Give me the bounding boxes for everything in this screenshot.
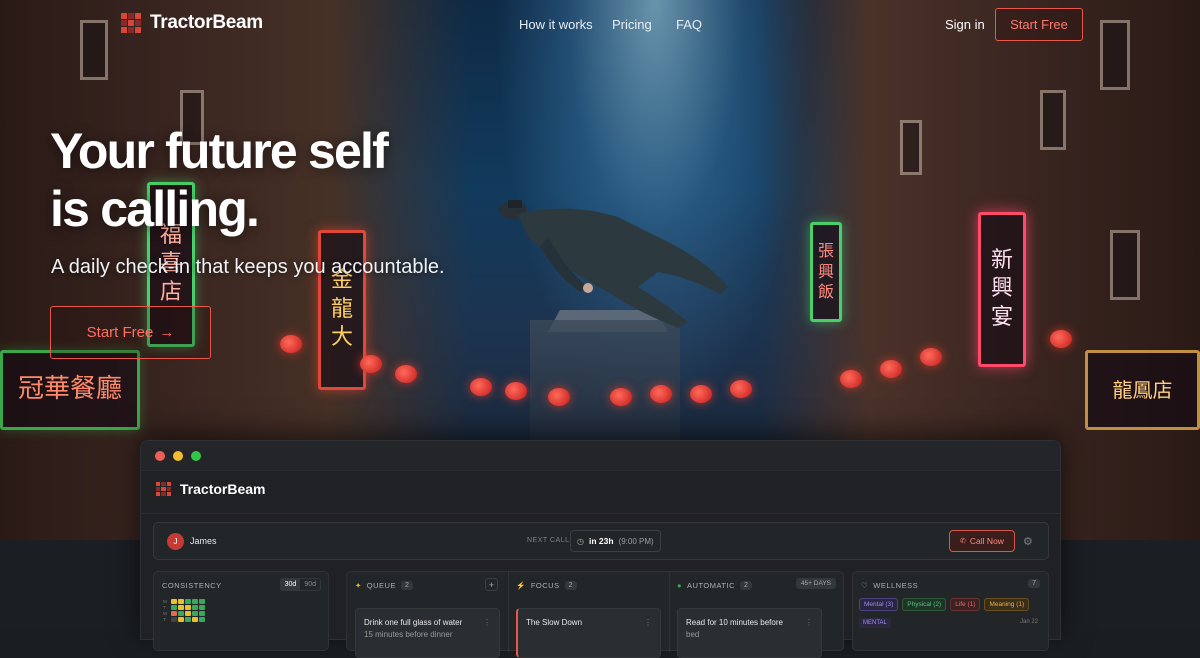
wellness-count: 7 <box>1028 579 1040 588</box>
days-badge: 45+ DAYS <box>795 578 836 589</box>
nav-link-how-it-works[interactable]: How it works <box>519 17 593 32</box>
more-icon: ⋮ <box>644 618 652 627</box>
add-icon[interactable]: + <box>485 578 498 591</box>
next-call-time: (9:00 PM) <box>618 536 654 546</box>
check-circle-icon: ● <box>677 581 683 590</box>
range-toggle: 30d 90d <box>279 578 321 591</box>
brand-logo[interactable]: TractorBeam <box>121 12 263 34</box>
next-call-pill: ◷ in 23h (9:00 PM) <box>570 530 661 552</box>
range-30d[interactable]: 30d <box>280 579 301 590</box>
consistency-heatmap: M T W T <box>163 599 206 622</box>
app-brand-logo: TractorBeam <box>156 481 265 497</box>
range-90d[interactable]: 90d <box>300 579 320 590</box>
close-dot-icon[interactable] <box>155 450 165 461</box>
neon-sign-left2: 金龍大 <box>318 230 366 390</box>
app-logo-grid-icon <box>156 481 171 497</box>
phone-icon: ✆ <box>960 538 966 545</box>
hero-headline: Your future self is calling. <box>50 122 389 238</box>
hero-headline-line1: Your future self <box>50 123 389 179</box>
app-preview-window: TractorBeam J James NEXT CALL ◷ in 23h (… <box>140 440 1061 658</box>
nav-link-pricing[interactable]: Pricing <box>612 17 652 32</box>
habit-board: ✦ QUEUE 2 + Drink one full glass of wate… <box>346 571 844 658</box>
logo-grid-icon <box>121 13 141 33</box>
neon-sign-far-left: 冠華餐廳 <box>0 350 140 430</box>
chip-life[interactable]: Life (1) <box>950 598 981 611</box>
wellness-chips: Mental (3) Physical (2) Life (1) Meaning… <box>859 598 1030 611</box>
more-icon: ⋮ <box>805 618 813 627</box>
more-icon: ⋮ <box>483 618 491 627</box>
neon-sign-far-right: 龍鳳店 <box>1085 350 1200 430</box>
sparkle-icon: ✦ <box>355 581 362 590</box>
queue-header: ✦ QUEUE 2 <box>355 581 414 590</box>
app-divider <box>141 513 1060 514</box>
chip-physical[interactable]: Physical (2) <box>902 598 947 611</box>
bolt-icon: ⚡ <box>516 581 526 590</box>
gear-icon[interactable]: ⚙ <box>1023 535 1033 548</box>
heart-icon: ♡ <box>861 581 869 590</box>
next-call-when: in 23h <box>588 536 614 546</box>
next-call-label: NEXT CALL <box>527 537 570 544</box>
brand-name: TractorBeam <box>150 12 263 33</box>
user-name: James <box>190 536 217 546</box>
hero-headline-line2: is calling. <box>50 181 260 237</box>
neon-sign-right2: 新興宴 <box>978 212 1026 367</box>
nav-start-free-button[interactable]: Start Free <box>995 8 1083 41</box>
user-bar: J James NEXT CALL ◷ in 23h (9:00 PM) ✆ C… <box>153 522 1049 560</box>
arrow-right-icon: → <box>159 324 175 341</box>
call-now-button[interactable]: ✆ Call Now <box>949 530 1015 552</box>
neon-sign-right: 張興飯 <box>810 222 842 322</box>
nav-link-faq[interactable]: FAQ <box>676 17 702 32</box>
top-navigation: TractorBeam How it works Pricing FAQ Sig… <box>0 0 1200 48</box>
sign-in-link[interactable]: Sign in <box>945 17 985 32</box>
wellness-panel: ♡ WELLNESS 7 Mental (3) Physical (2) Lif… <box>852 571 1049 651</box>
chip-mental[interactable]: Mental (3) <box>859 598 899 611</box>
wellness-entry-tag: MENTAL <box>859 618 891 628</box>
wellness-entry-date: Jan 22 <box>1019 619 1038 625</box>
clock-icon: ◷ <box>577 536 584 546</box>
focus-card[interactable]: The Slow Down ⋮ <box>516 608 661 658</box>
hero-subtitle: A daily check-in that keeps you accounta… <box>51 256 445 278</box>
window-titlebar <box>141 441 1060 471</box>
wellness-header: ♡ WELLNESS <box>861 581 919 590</box>
automatic-card[interactable]: Read for 10 minutes before bed ⋮ <box>677 608 822 658</box>
hero-cta-label: Start Free <box>86 324 154 341</box>
maximize-dot-icon[interactable] <box>191 450 201 461</box>
floating-man-illustration <box>499 200 728 328</box>
hero-start-free-button[interactable]: Start Free → <box>50 306 211 359</box>
queue-card[interactable]: Drink one full glass of water 15 minutes… <box>355 608 500 658</box>
chinatown-gate <box>530 320 680 440</box>
app-brand-name: TractorBeam <box>179 481 266 497</box>
minimize-dot-icon[interactable] <box>173 450 183 461</box>
consistency-title: CONSISTENCY <box>162 581 222 590</box>
consistency-panel: CONSISTENCY 30d 90d M T W T <box>153 571 329 651</box>
chip-meaning[interactable]: Meaning (1) <box>984 598 1030 611</box>
automatic-header: ● AUTOMATIC 2 <box>677 581 753 590</box>
avatar[interactable]: J <box>167 533 184 550</box>
call-now-label: Call Now <box>969 536 1004 546</box>
focus-header: ⚡ FOCUS 2 <box>516 581 577 590</box>
